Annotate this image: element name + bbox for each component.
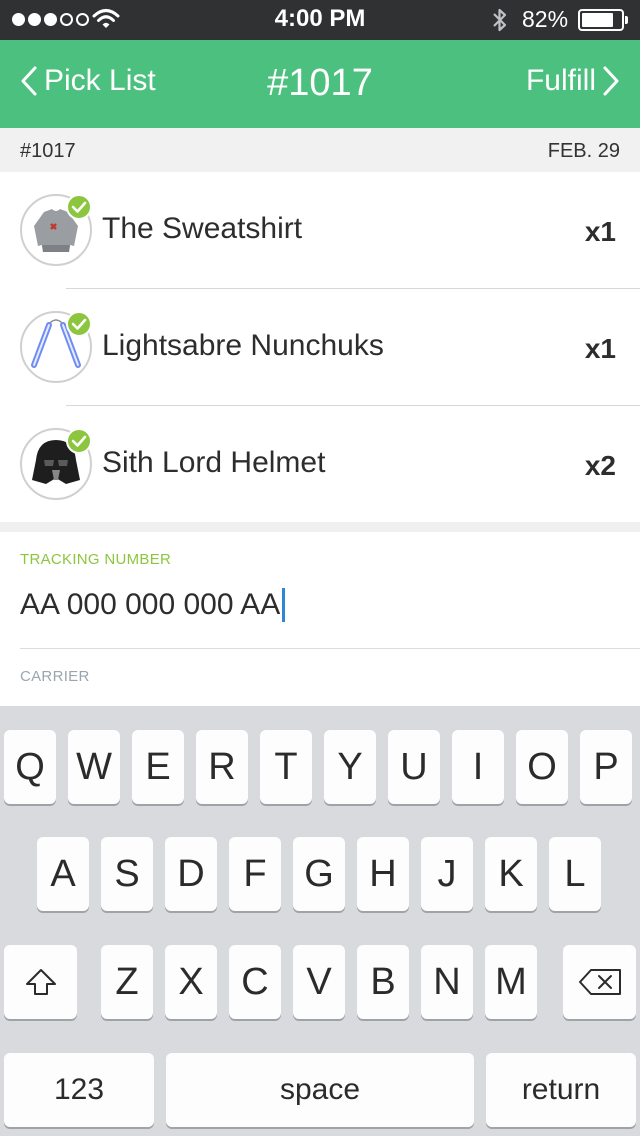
key-w[interactable]: W bbox=[68, 730, 120, 804]
line-item-list: The Sweatshirt x1 Lightsabre Nunchuks x1 bbox=[0, 172, 640, 523]
key-e[interactable]: E bbox=[132, 730, 184, 804]
tracking-number-field[interactable]: AA 000 000 000 AA bbox=[20, 588, 286, 622]
navigation-bar: Pick List #1017 Fulfill bbox=[0, 40, 640, 128]
key-u[interactable]: U bbox=[388, 730, 440, 804]
item-quantity: x1 bbox=[584, 216, 616, 247]
key-f[interactable]: F bbox=[229, 837, 281, 911]
key-l[interactable]: L bbox=[549, 837, 601, 911]
checkmark-icon bbox=[66, 428, 92, 454]
order-date: FEB. 29 bbox=[547, 140, 620, 162]
key-t[interactable]: T bbox=[260, 730, 312, 804]
key-h[interactable]: H bbox=[357, 837, 409, 911]
battery-icon bbox=[578, 9, 628, 31]
item-quantity: x2 bbox=[584, 450, 616, 481]
key-b[interactable]: B bbox=[357, 945, 409, 1019]
key-y[interactable]: Y bbox=[324, 730, 376, 804]
key-s[interactable]: S bbox=[101, 837, 153, 911]
key-p[interactable]: P bbox=[580, 730, 632, 804]
tracking-number-value: AA 000 000 000 AA bbox=[20, 588, 281, 621]
return-key[interactable]: return bbox=[486, 1053, 636, 1127]
backspace-icon bbox=[578, 969, 621, 995]
chevron-right-icon bbox=[603, 66, 619, 96]
checkmark-icon bbox=[66, 311, 92, 337]
key-o[interactable]: O bbox=[516, 730, 568, 804]
carrier-field[interactable]: CARRIER bbox=[20, 668, 90, 685]
item-name: The Sweatshirt bbox=[102, 212, 303, 245]
key-m[interactable]: M bbox=[485, 945, 537, 1019]
battery-percent: 82% bbox=[522, 6, 569, 32]
fulfill-button[interactable]: Fulfill bbox=[526, 64, 620, 98]
text-cursor bbox=[282, 588, 286, 622]
shift-key[interactable] bbox=[4, 945, 77, 1019]
item-name: Lightsabre Nunchuks bbox=[102, 329, 384, 362]
key-z[interactable]: Z bbox=[101, 945, 153, 1019]
key-d[interactable]: D bbox=[165, 837, 217, 911]
key-i[interactable]: I bbox=[452, 730, 504, 804]
key-q[interactable]: Q bbox=[4, 730, 56, 804]
numbers-key[interactable]: 123 bbox=[4, 1053, 154, 1127]
fulfill-button-label: Fulfill bbox=[525, 64, 596, 97]
key-c[interactable]: C bbox=[229, 945, 281, 1019]
key-k[interactable]: K bbox=[485, 837, 537, 911]
status-bar: 4:00 PM 82% bbox=[0, 0, 640, 40]
key-a[interactable]: A bbox=[37, 837, 89, 911]
item-quantity: x1 bbox=[584, 333, 616, 364]
key-j[interactable]: J bbox=[421, 837, 473, 911]
line-item[interactable]: Lightsabre Nunchuks x1 bbox=[0, 289, 640, 406]
bluetooth-icon bbox=[493, 8, 507, 32]
key-v[interactable]: V bbox=[293, 945, 345, 1019]
key-r[interactable]: R bbox=[196, 730, 248, 804]
item-name: Sith Lord Helmet bbox=[102, 446, 326, 479]
line-item[interactable]: The Sweatshirt x1 bbox=[0, 172, 640, 289]
keyboard: Q W E R T Y U I O P A S D F G H J K L Z … bbox=[0, 706, 640, 1136]
order-number: #1017 bbox=[20, 140, 76, 162]
line-item[interactable]: Sith Lord Helmet x2 bbox=[0, 406, 640, 523]
key-g[interactable]: G bbox=[293, 837, 345, 911]
shift-icon bbox=[25, 969, 56, 995]
section-divider bbox=[0, 522, 640, 532]
key-n[interactable]: N bbox=[421, 945, 473, 1019]
delete-key[interactable] bbox=[563, 945, 636, 1019]
space-key[interactable]: space bbox=[166, 1053, 474, 1127]
divider bbox=[20, 648, 640, 649]
key-x[interactable]: X bbox=[165, 945, 217, 1019]
checkmark-icon bbox=[66, 194, 92, 220]
order-header: #1017 FEB. 29 bbox=[0, 128, 640, 172]
tracking-number-label: TRACKING NUMBER bbox=[20, 551, 172, 568]
